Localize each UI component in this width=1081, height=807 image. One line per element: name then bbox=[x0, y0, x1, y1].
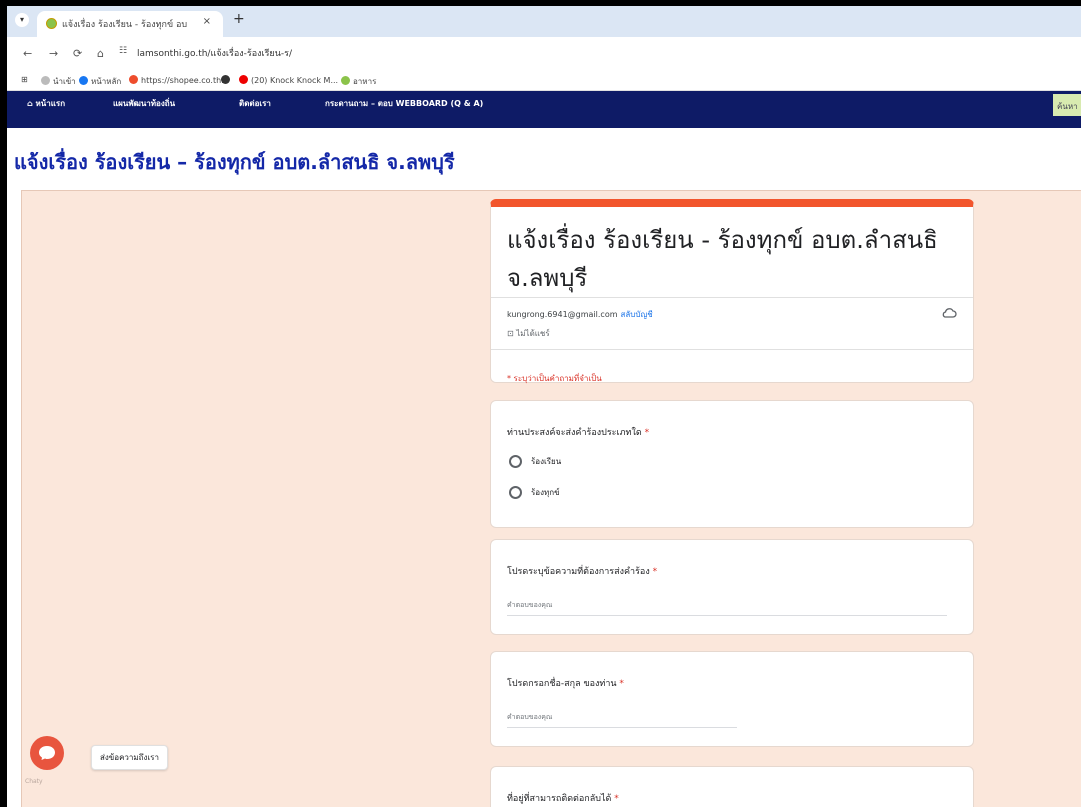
question-card: ท่านประสงค์จะส่งคำร้องประเภทใด * ร้องเรี… bbox=[490, 400, 974, 528]
home-icon[interactable]: ⌂ bbox=[97, 47, 104, 60]
question-card: โปรดกรอกชื่อ-สกุล ของท่าน * คำตอบของคุณ bbox=[490, 651, 974, 747]
tab-close-icon[interactable]: × bbox=[203, 16, 211, 27]
forward-arrow-icon[interactable]: → bbox=[49, 47, 58, 60]
bookmark-home[interactable]: หน้าหลัก bbox=[79, 75, 121, 88]
message-input[interactable]: คำตอบของคุณ bbox=[507, 598, 947, 616]
not-shared-icon: ⊡ bbox=[507, 329, 514, 338]
question-title: ที่อยู่ที่สามารถติดต่อกลับได้ * bbox=[507, 794, 619, 804]
youtube-icon bbox=[239, 75, 248, 84]
not-shared-label: ⊡ ไม่ได้แชร์ bbox=[507, 329, 550, 338]
required-mark: * bbox=[652, 567, 658, 577]
divider bbox=[491, 349, 973, 350]
radio-option-complaint[interactable]: ร้องเรียน bbox=[509, 455, 561, 471]
question-card: ที่อยู่ที่สามารถติดต่อกลับได้ * bbox=[490, 766, 974, 807]
browser-toolbar: ← → ⟳ ⌂ ☷ lamsonthi.go.th/แจ้งเรื่อง-ร้อ… bbox=[7, 37, 1081, 71]
form-title: แจ้งเรื่อง ร้องเรียน - ร้องทุกข์ อบต.ลำส… bbox=[507, 226, 938, 292]
nav-item-webboard[interactable]: กระดานถาม – ตอบ WEBBOARD (Q & A) bbox=[325, 97, 483, 110]
site-info-icon[interactable]: ☷ bbox=[119, 46, 127, 56]
bookmark-youtube[interactable]: (20) Knock Knock M... bbox=[239, 75, 338, 85]
required-mark: * bbox=[644, 428, 650, 438]
bookmark-github[interactable] bbox=[221, 75, 233, 85]
chat-under-text: Chaty bbox=[25, 778, 43, 785]
required-mark: * bbox=[614, 794, 619, 804]
bookmark-food[interactable]: อาหาร bbox=[341, 75, 376, 88]
site-navigation: ⌂ หน้าแรก แผนพัฒนาท้องถิ่น ติดต่อเรา กระ… bbox=[7, 91, 1081, 128]
radio-option-grievance[interactable]: ร้องทุกข์ bbox=[509, 486, 560, 502]
radio-circle-icon[interactable] bbox=[509, 486, 522, 499]
food-icon bbox=[341, 76, 350, 85]
question-title: ท่านประสงค์จะส่งคำร้องประเภทใด * bbox=[507, 428, 650, 438]
chat-button[interactable] bbox=[30, 736, 64, 770]
tab-title: แจ้งเรื่อง ร้องเรียน - ร้องทุกข์ อบต.ลำส… bbox=[62, 20, 187, 30]
required-note: * ระบุว่าเป็นคำถามที่จำเป็น bbox=[507, 374, 602, 383]
question-card: โปรดระบุข้อความที่ต้องการส่งคำร้อง * คำต… bbox=[490, 539, 974, 635]
github-icon bbox=[221, 75, 230, 84]
browser-window: ▾ แจ้งเรื่อง ร้องเรียน - ร้องทุกข์ อบต.ล… bbox=[7, 6, 1081, 807]
back-arrow-icon[interactable]: ← bbox=[23, 47, 32, 60]
import-icon bbox=[41, 76, 50, 85]
chat-bubble-icon bbox=[39, 746, 55, 760]
bookmark-shopee[interactable]: https://shopee.co.th... bbox=[129, 75, 229, 85]
reload-icon[interactable]: ⟳ bbox=[73, 47, 82, 60]
divider bbox=[491, 297, 973, 298]
nav-right-button[interactable]: ค้นหา bbox=[1053, 94, 1081, 116]
new-tab-icon[interactable]: + bbox=[233, 11, 245, 27]
cloud-icon bbox=[942, 308, 957, 318]
radio-circle-icon[interactable] bbox=[509, 455, 522, 468]
bookmarks-bar: ⊞ นำเข้า หน้าหลัก https://shopee.co.th..… bbox=[7, 71, 1081, 91]
chat-label[interactable]: ส่งข้อความถึงเรา bbox=[91, 745, 168, 770]
tab-strip: ▾ แจ้งเรื่อง ร้องเรียน - ร้องทุกข์ อบต.ล… bbox=[7, 6, 1081, 37]
tab-search-icon[interactable]: ▾ bbox=[15, 13, 29, 27]
address-bar-url[interactable]: lamsonthi.go.th/แจ้งเรื่อง-ร้องเรียน-ร/ bbox=[137, 46, 292, 60]
nav-item-home[interactable]: ⌂ หน้าแรก bbox=[27, 97, 65, 110]
required-mark: * bbox=[619, 679, 624, 689]
question-title: โปรดระบุข้อความที่ต้องการส่งคำร้อง * bbox=[507, 567, 658, 577]
switch-account-link[interactable]: สลับบัญชี bbox=[621, 310, 653, 319]
browser-tab[interactable]: แจ้งเรื่อง ร้องเรียน - ร้องทุกข์ อบต.ลำส… bbox=[37, 11, 223, 37]
page-title: แจ้งเรื่อง ร้องเรียน – ร้องทุกข์ อบต.ลำส… bbox=[14, 150, 455, 174]
account-line: kungrong.6941@gmail.com สลับบัญชี bbox=[507, 308, 653, 321]
bookmark-import[interactable]: นำเข้า bbox=[41, 75, 76, 88]
apps-grid-icon[interactable]: ⊞ bbox=[21, 75, 28, 84]
form-header-card: แจ้งเรื่อง ร้องเรียน - ร้องทุกข์ อบต.ลำส… bbox=[490, 199, 974, 383]
facebook-icon bbox=[79, 76, 88, 85]
account-email: kungrong.6941@gmail.com bbox=[507, 310, 618, 319]
shopee-icon bbox=[129, 75, 138, 84]
name-input[interactable]: คำตอบของคุณ bbox=[507, 710, 737, 728]
question-title: โปรดกรอกชื่อ-สกุล ของท่าน * bbox=[507, 679, 624, 689]
nav-item-contact[interactable]: ติดต่อเรา bbox=[239, 97, 271, 110]
site-favicon-icon bbox=[46, 18, 57, 29]
embedded-form: แจ้งเรื่อง ร้องเรียน - ร้องทุกข์ อบต.ลำส… bbox=[21, 190, 1081, 807]
nav-item-plan[interactable]: แผนพัฒนาท้องถิ่น bbox=[113, 97, 175, 110]
